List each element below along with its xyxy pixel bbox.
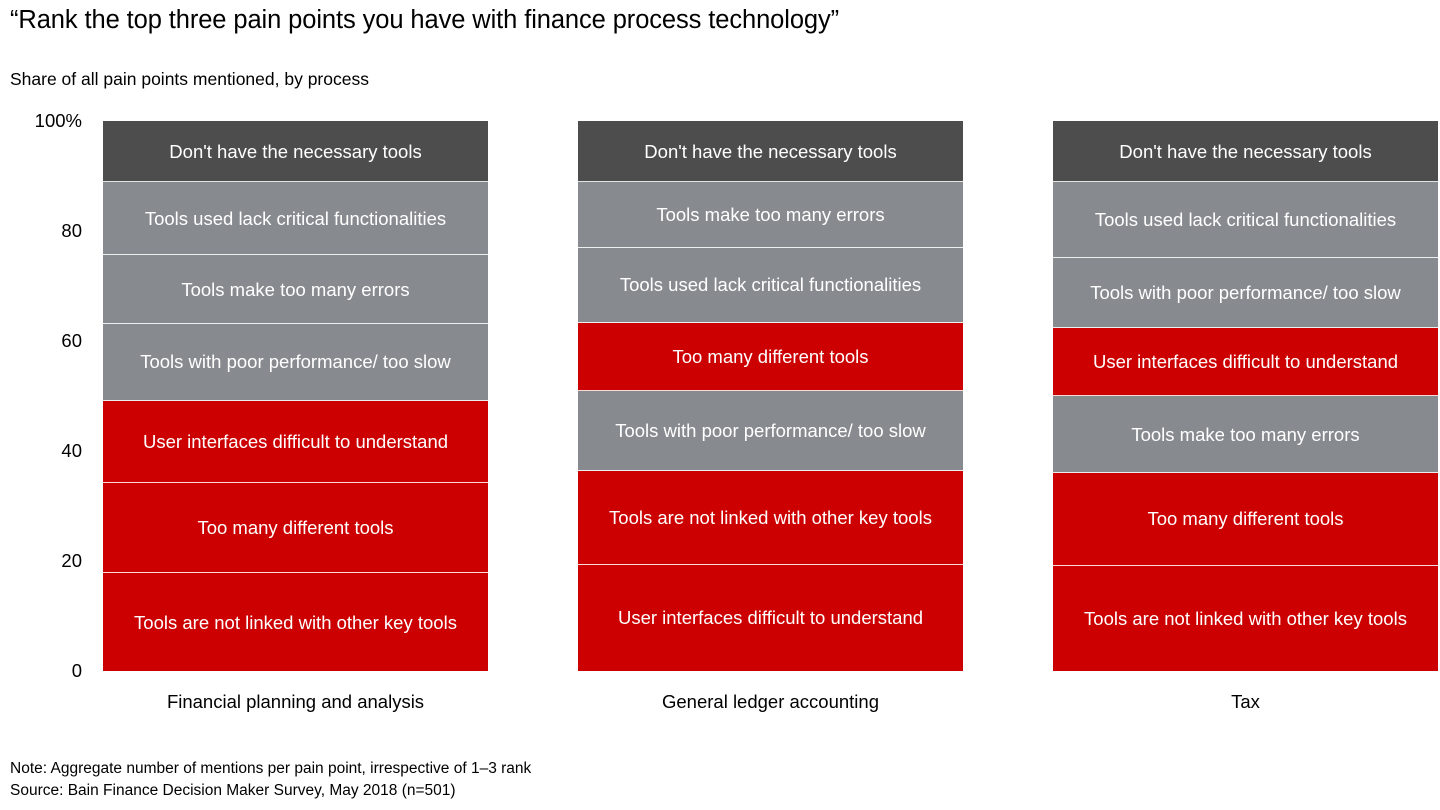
stack-segment[interactable]: Tools with poor performance/ too slow bbox=[103, 323, 488, 401]
plot-area: 100% 80 60 40 20 0 Don't have the necessary t… bbox=[0, 111, 1440, 680]
stack-segment-label: Don't have the necessary tools bbox=[1119, 140, 1372, 162]
stack-segment-label: Tools with poor performance/ too slow bbox=[615, 419, 926, 441]
stack-segment-label: Tools make too many errors bbox=[656, 204, 885, 226]
stack-segment-label: Don't have the necessary tools bbox=[169, 140, 422, 162]
stack-segment[interactable]: Too many different tools bbox=[1053, 473, 1438, 566]
stack-segment-label: Tools used lack critical functionalities bbox=[619, 274, 922, 296]
stack-segment[interactable]: Tools are not linked with other key tool… bbox=[1053, 565, 1438, 671]
stack-segment-label: User interfaces difficult to understand bbox=[1092, 350, 1399, 372]
stack-segment[interactable]: Tools are not linked with other key tool… bbox=[578, 470, 963, 565]
stacked-columns: Don't have the necessary tools Tools used… bbox=[0, 121, 1440, 671]
stack-segment[interactable]: Tools make too many errors bbox=[1053, 396, 1438, 473]
stack-segment[interactable]: User interfaces difficult to understand bbox=[578, 564, 963, 671]
stack-segment[interactable]: Tools with poor performance/ too slow bbox=[578, 391, 963, 471]
stack-segment-label: Tools are not linked with other key tool… bbox=[1084, 607, 1407, 629]
stack-segment[interactable]: Don't have the necessary tools bbox=[1053, 121, 1438, 183]
stack-segment[interactable]: User interfaces difficult to understand bbox=[1053, 327, 1438, 396]
category-label-tax: Tax bbox=[1231, 691, 1260, 712]
footnote-source: Source: Bain Finance Decision Maker Surv… bbox=[10, 782, 456, 799]
category-label-general-ledger-accounting: General ledger accounting bbox=[661, 691, 879, 712]
column-financial-planning-and-analysis: Don't have the necessary tools Tools used… bbox=[103, 121, 488, 671]
stack-segment-label: Tools with poor performance/ too slow bbox=[140, 351, 451, 373]
stack-segment-label: Tools make too many errors bbox=[1131, 423, 1360, 445]
stack-segment[interactable]: Too many different tools bbox=[578, 322, 963, 392]
stack-segment[interactable]: Tools used lack critical functionalities bbox=[103, 182, 488, 256]
page-title: “Rank the top three pain points you have… bbox=[10, 6, 840, 34]
stack-segment[interactable]: User interfaces difficult to understand bbox=[103, 400, 488, 483]
stack-segment-label: Tools are not linked with other key tool… bbox=[134, 611, 457, 633]
stack-segment-label: Don't have the necessary tools bbox=[644, 140, 897, 162]
stack-segment-label: Tools used lack critical functionalities bbox=[1094, 208, 1397, 230]
stack-segment-label: User interfaces difficult to understand bbox=[142, 430, 449, 452]
stack-segment-label: Tools with poor performance/ too slow bbox=[1090, 281, 1401, 303]
stack-segment[interactable]: Don't have the necessary tools bbox=[103, 121, 488, 183]
stack-segment[interactable]: Tools with poor performance/ too slow bbox=[1053, 257, 1438, 328]
footnotes: Note: Aggregate number of mentions per p… bbox=[10, 758, 1210, 802]
stack-segment[interactable]: Tools make too many errors bbox=[578, 182, 963, 249]
stack-segment-label: Tools make too many errors bbox=[181, 278, 410, 300]
stack-segment-label: Too many different tools bbox=[672, 345, 869, 367]
stack-segment[interactable]: Tools used lack critical functionalities bbox=[1053, 182, 1438, 258]
category-axis-labels: Financial planning and analysis General … bbox=[0, 690, 1440, 720]
page-subtitle: Share of all pain points mentioned, by p… bbox=[10, 69, 369, 89]
stack-segment-label: Too many different tools bbox=[1147, 508, 1344, 530]
stack-segment[interactable]: Tools make too many errors bbox=[103, 255, 488, 324]
footnote-note: Note: Aggregate number of mentions per p… bbox=[10, 760, 532, 777]
column-tax: Don't have the necessary tools Tools used… bbox=[1053, 121, 1438, 671]
stack-segment-label: Tools used lack critical functionalities bbox=[144, 207, 447, 229]
segment-stack: Don't have the necessary tools Tools make… bbox=[578, 121, 963, 671]
chart-page: “Rank the top three pain points you have… bbox=[0, 0, 1440, 810]
stack-segment-label: Tools are not linked with other key tool… bbox=[609, 506, 932, 528]
stack-segment[interactable]: Tools used lack critical functionalities bbox=[578, 248, 963, 323]
stack-segment[interactable]: Too many different tools bbox=[103, 482, 488, 574]
stack-segment-label: User interfaces difficult to understand bbox=[617, 607, 924, 629]
stack-segment-label: Too many different tools bbox=[197, 516, 394, 538]
segment-stack: Don't have the necessary tools Tools used… bbox=[1053, 121, 1438, 671]
category-label-financial-planning-and-analysis: Financial planning and analysis bbox=[166, 691, 425, 712]
stack-segment[interactable]: Tools are not linked with other key tool… bbox=[103, 573, 488, 671]
stack-segment[interactable]: Don't have the necessary tools bbox=[578, 121, 963, 183]
column-general-ledger-accounting: Don't have the necessary tools Tools make… bbox=[578, 121, 963, 671]
segment-stack: Don't have the necessary tools Tools used… bbox=[103, 121, 488, 671]
